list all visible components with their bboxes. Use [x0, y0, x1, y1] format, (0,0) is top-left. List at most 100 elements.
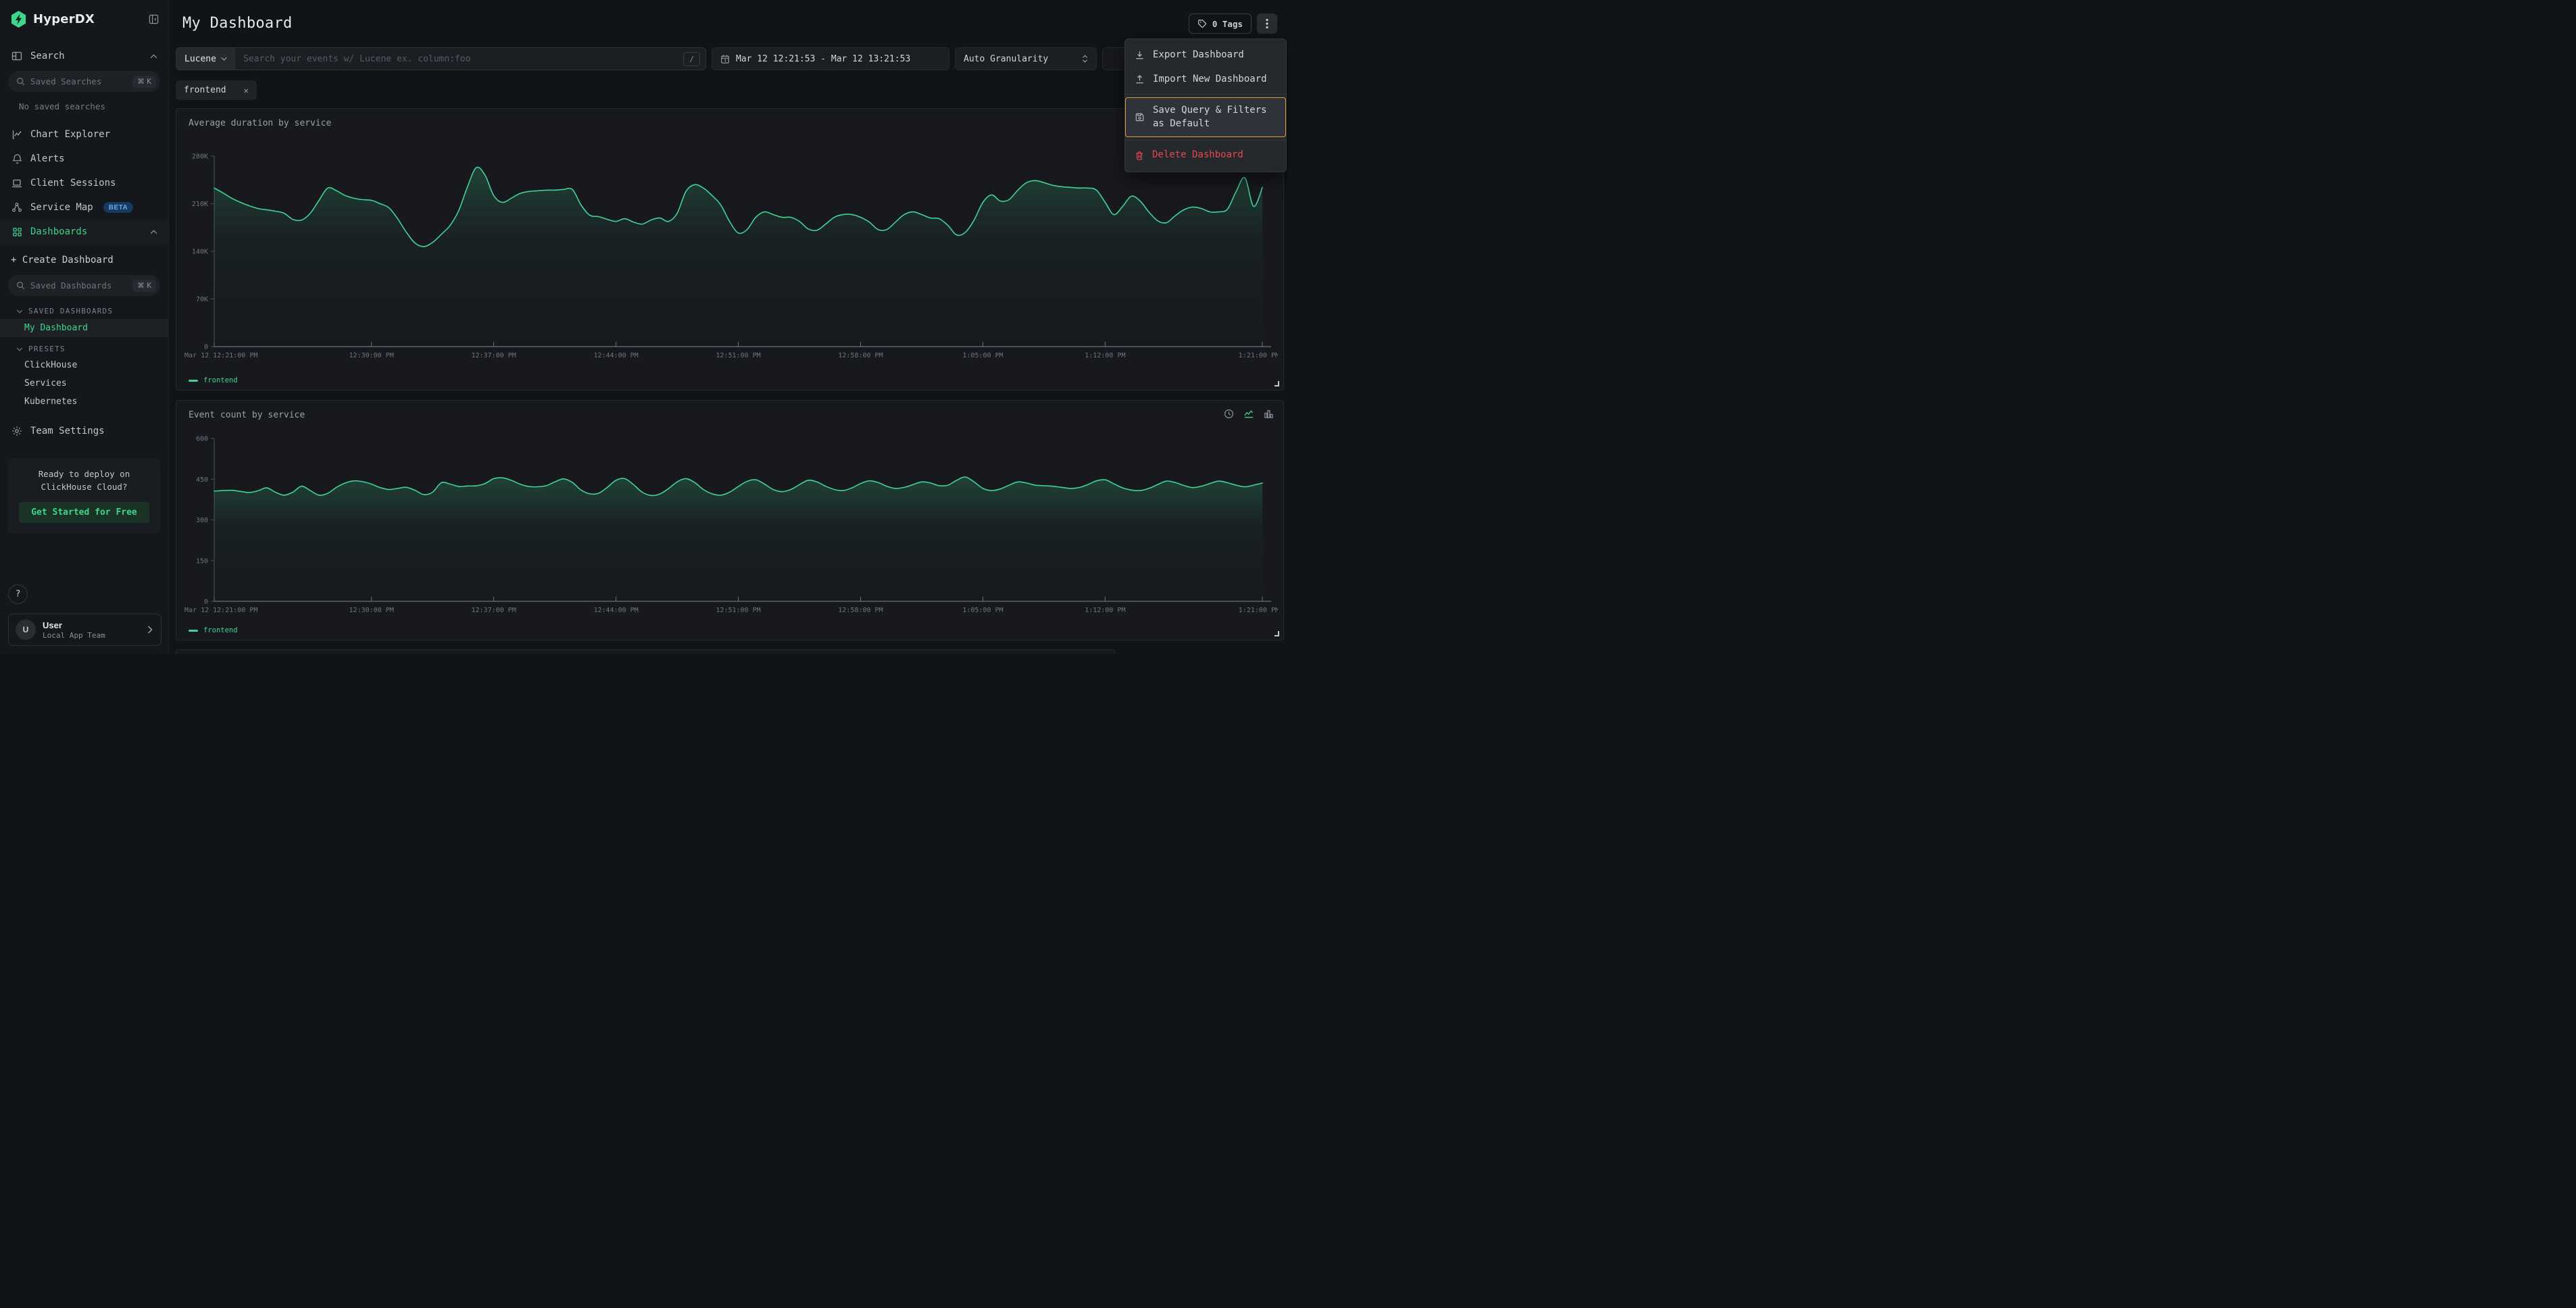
- help-button[interactable]: ?: [8, 584, 28, 604]
- sidebar-item-chart-explorer[interactable]: Chart Explorer: [0, 122, 168, 147]
- app-title: HyperDX: [33, 12, 95, 26]
- create-dashboard-button[interactable]: + Create Dashboard: [0, 248, 168, 272]
- sidebar-item-search[interactable]: Search: [0, 44, 168, 68]
- svg-text:450: 450: [196, 476, 208, 484]
- bar-chart-toggle-icon[interactable]: [1264, 409, 1274, 419]
- saved-searches-placeholder: Saved Searches: [30, 76, 127, 86]
- filter-chips: frontend ✕: [176, 80, 257, 100]
- panel-resize-handle[interactable]: [1274, 381, 1279, 386]
- sidebar-item-label: Alerts: [30, 153, 65, 164]
- main-content: My Dashboard 0 Tags Lucene: [169, 0, 1288, 654]
- query-language-select[interactable]: Lucene: [176, 48, 235, 70]
- sidebar-item-label: Team Settings: [30, 426, 105, 436]
- slash-shortcut-badge: /: [683, 52, 700, 66]
- dashboard-menu-button[interactable]: [1257, 14, 1277, 34]
- svg-text:12:58:00 PM: 12:58:00 PM: [838, 352, 883, 359]
- select-chevrons-icon: [1082, 54, 1088, 64]
- search-placeholder: Search your events w/ Lucene ex. column:…: [243, 54, 678, 64]
- svg-text:280K: 280K: [192, 153, 208, 161]
- get-started-button[interactable]: Get Started for Free: [19, 502, 149, 523]
- avatar: U: [16, 620, 36, 640]
- line-chart[interactable]: 070K140K210K280KMar 12 12:21:00 PM12:30:…: [182, 109, 1278, 367]
- saved-dashboard-my-dashboard[interactable]: My Dashboard: [0, 319, 168, 337]
- sidebar-item-dashboards[interactable]: Dashboards: [0, 220, 168, 244]
- shortcut-badge: ⌘ K: [132, 280, 156, 292]
- line-chart-toggle-icon[interactable]: [1243, 409, 1254, 419]
- header-actions: 0 Tags: [1189, 14, 1277, 34]
- saved-dashboards-input[interactable]: Saved Dashboards ⌘ K: [8, 275, 160, 296]
- menu-item-label: Import New Dashboard: [1153, 73, 1267, 86]
- time-range-icon[interactable]: [1224, 409, 1234, 419]
- menu-item-export-dashboard[interactable]: Export Dashboard: [1125, 43, 1286, 68]
- chart-toolbar: [1224, 409, 1274, 419]
- svg-text:1:12:00 PM: 1:12:00 PM: [1085, 607, 1125, 614]
- hyperdx-app: HyperDX Search Saved Se: [0, 0, 1288, 654]
- panel-resize-handle[interactable]: [1274, 631, 1279, 636]
- svg-text:70K: 70K: [196, 296, 208, 303]
- user-card[interactable]: U User Local App Team: [8, 613, 162, 646]
- menu-item-delete-dashboard[interactable]: Delete Dashboard: [1125, 143, 1286, 168]
- menu-divider: [1125, 94, 1286, 95]
- controls-row: Lucene Search your events w/ Lucene ex. …: [176, 47, 1281, 70]
- service-map-icon: [11, 202, 23, 213]
- tags-button[interactable]: 0 Tags: [1189, 14, 1252, 34]
- chevron-up-icon: [150, 54, 157, 59]
- menu-item-label: Delete Dashboard: [1152, 149, 1243, 162]
- event-search-input[interactable]: Search your events w/ Lucene ex. column:…: [235, 48, 705, 70]
- svg-text:600: 600: [196, 436, 208, 443]
- menu-item-save-default[interactable]: Save Query & Filters as Default: [1125, 97, 1286, 137]
- line-chart[interactable]: 0150300450600Mar 12 12:21:00 PM12:30:00 …: [182, 401, 1278, 617]
- preset-services[interactable]: Services: [0, 374, 168, 393]
- search-icon: [16, 281, 25, 290]
- logo-row: HyperDX: [0, 0, 168, 34]
- chart-title: Event count by service: [189, 410, 305, 420]
- chart-legend: frontend: [189, 626, 238, 634]
- beta-badge: BETA: [103, 202, 133, 213]
- svg-text:12:44:00 PM: 12:44:00 PM: [593, 352, 638, 359]
- chart-title: Average duration by service: [189, 118, 331, 128]
- svg-text:Mar 12 12:21:00 PM: Mar 12 12:21:00 PM: [184, 352, 257, 359]
- date-range-label: Mar 12 12:21:53 - Mar 12 13:21:53: [736, 54, 910, 64]
- close-icon[interactable]: ✕: [244, 86, 249, 95]
- section-label: SAVED DASHBOARDS: [28, 307, 113, 316]
- chart-explorer-icon: [11, 129, 23, 140]
- sidebar-item-service-map[interactable]: Service Map BETA: [0, 195, 168, 220]
- menu-item-import-dashboard[interactable]: Import New Dashboard: [1125, 68, 1286, 92]
- date-range-picker[interactable]: Mar 12 12:21:53 - Mar 12 13:21:53: [712, 47, 949, 70]
- svg-text:1:05:00 PM: 1:05:00 PM: [962, 352, 1003, 359]
- dashboards-grid-icon: [11, 227, 23, 237]
- saved-searches-input[interactable]: Saved Searches ⌘ K: [8, 71, 160, 92]
- sidebar-item-team-settings[interactable]: Team Settings: [0, 419, 168, 443]
- sidebar-item-label: Client Sessions: [30, 178, 116, 188]
- gear-icon: [11, 426, 23, 436]
- query-language-label: Lucene: [184, 54, 216, 64]
- saved-dashboards-placeholder: Saved Dashboards: [30, 280, 127, 291]
- svg-text:210K: 210K: [192, 201, 208, 208]
- create-dashboard-label: + Create Dashboard: [11, 255, 114, 266]
- legend-label: frontend: [203, 626, 238, 634]
- section-saved-dashboards[interactable]: SAVED DASHBOARDS: [0, 300, 168, 318]
- chevron-up-icon: [150, 230, 157, 234]
- chart-panel-average-duration: Average duration by service 070K140K210K…: [176, 108, 1284, 391]
- collapse-sidebar-icon[interactable]: [149, 14, 159, 24]
- chevron-down-icon: [16, 309, 23, 313]
- preset-clickhouse[interactable]: ClickHouse: [0, 356, 168, 374]
- section-presets[interactable]: PRESETS: [0, 338, 168, 356]
- sidebar-item-label: Chart Explorer: [30, 129, 110, 140]
- menu-item-label: Save Query & Filters as Default: [1153, 104, 1277, 130]
- granularity-select[interactable]: Auto Granularity: [955, 47, 1097, 70]
- svg-text:140K: 140K: [192, 249, 208, 256]
- preset-kubernetes[interactable]: Kubernetes: [0, 393, 168, 411]
- search-icon: [16, 77, 25, 86]
- filter-chip-frontend[interactable]: frontend ✕: [176, 80, 257, 100]
- user-team: Local App Team: [43, 631, 105, 640]
- bell-icon: [11, 153, 23, 164]
- sidebar-item-client-sessions[interactable]: Client Sessions: [0, 171, 168, 195]
- svg-text:12:37:00 PM: 12:37:00 PM: [472, 352, 516, 359]
- svg-text:300: 300: [196, 517, 208, 524]
- user-name: User: [43, 620, 105, 630]
- shortcut-badge: ⌘ K: [132, 76, 156, 88]
- chart-legend: frontend: [189, 376, 238, 384]
- svg-text:12:37:00 PM: 12:37:00 PM: [472, 607, 516, 614]
- sidebar-item-alerts[interactable]: Alerts: [0, 147, 168, 171]
